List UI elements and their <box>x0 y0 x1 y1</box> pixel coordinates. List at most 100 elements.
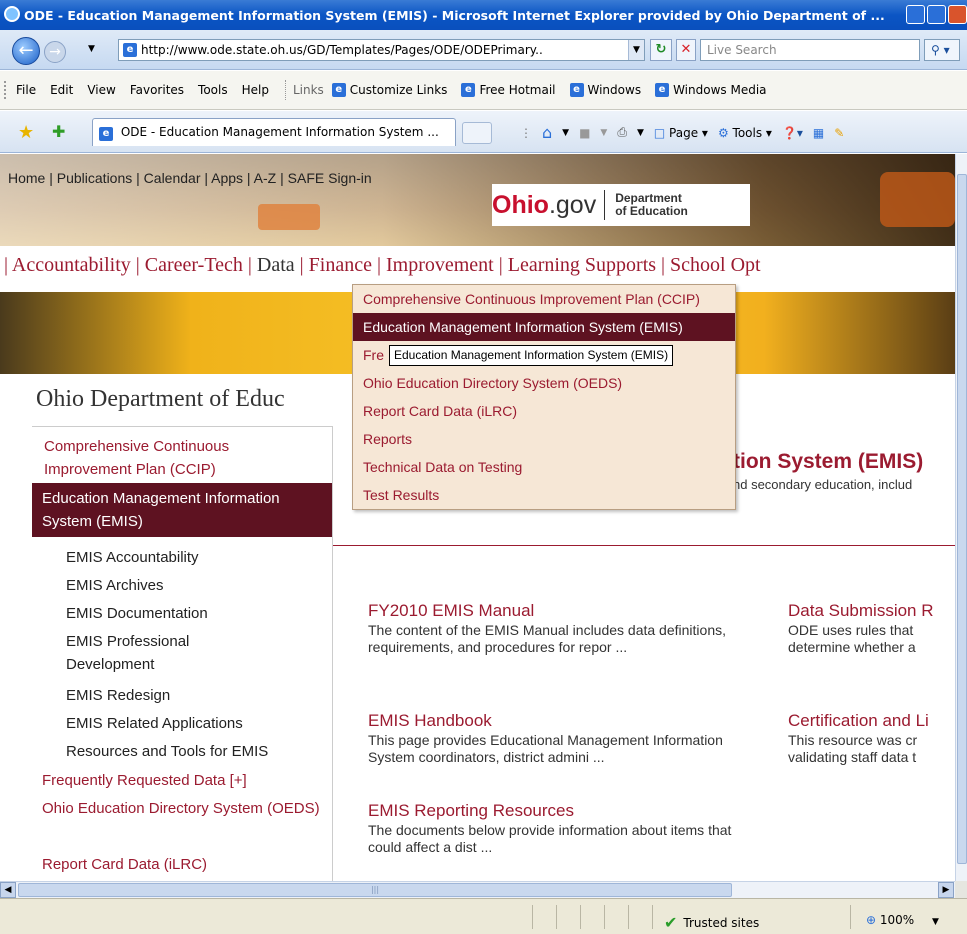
link-customize[interactable]: e Customize Links <box>331 83 447 97</box>
article-summary: ODE uses rules that determine whether a <box>788 622 916 655</box>
back-button[interactable]: ← <box>12 37 40 65</box>
menu-bar: File Edit View Favorites Tools Help Link… <box>0 71 967 110</box>
add-favorites-icon[interactable]: ✚ <box>52 122 65 141</box>
page-icon: e <box>123 43 137 57</box>
zoom-dropdown-icon[interactable]: ▼ <box>932 917 939 927</box>
toolbar-separator: ⋮ <box>520 125 532 140</box>
nav-items-right[interactable]: | Finance | Improvement | Learning Suppo… <box>295 254 761 276</box>
zoom-level[interactable]: ⊕ 100% ▼ <box>866 913 939 927</box>
sidebar-item-emis-professional-development[interactable]: EMIS Professional Development <box>66 630 266 676</box>
feeds-dropdown-icon[interactable]: ▼ <box>600 128 607 138</box>
article-title[interactable]: Certification and Li <box>788 710 955 732</box>
article-certification: Certification and Li This resource was c… <box>788 710 955 766</box>
column-divider <box>332 426 333 881</box>
nav-items-left[interactable]: | Accountability | Career-Tech | <box>4 254 257 276</box>
refresh-button[interactable]: ↻ <box>650 39 672 61</box>
article-summary: This page provides Educational Managemen… <box>368 732 723 765</box>
link-free-hotmail[interactable]: e Free Hotmail <box>461 83 556 97</box>
menu-tools[interactable]: Tools <box>198 83 228 97</box>
article-title[interactable]: Data Submission R <box>788 600 955 622</box>
minimize-button[interactable] <box>906 5 925 24</box>
forward-button[interactable]: → <box>44 41 66 63</box>
print-dropdown-icon[interactable]: ▼ <box>637 128 644 138</box>
dropdown-item-reports[interactable]: Reports <box>353 425 735 453</box>
research-icon[interactable]: ▦ <box>813 126 824 140</box>
dropdown-item-technical-data[interactable]: Technical Data on Testing <box>353 453 735 481</box>
zone-label: Trusted sites <box>683 915 760 930</box>
ohio-gov-logo[interactable]: Ohio.gov Department of Education <box>492 184 750 226</box>
nav-item-data[interactable]: Data <box>257 254 295 276</box>
article-title[interactable]: EMIS Reporting Resources <box>368 800 768 822</box>
gear-icon: ⚙ <box>717 125 729 140</box>
scroll-left-arrow[interactable]: ◀ <box>0 882 16 898</box>
sidebar-item-ilrc[interactable]: Report Card Data (iLRC) <box>42 853 207 876</box>
article-summary: The content of the EMIS Manual includes … <box>368 622 726 655</box>
home-dropdown-icon[interactable]: ▼ <box>562 128 569 138</box>
title-bar: ODE - Education Management Information S… <box>0 0 967 30</box>
sidebar-item-emis-redesign[interactable]: EMIS Redesign <box>66 684 170 707</box>
page-menu-button[interactable]: □ Page ▾ <box>654 126 708 140</box>
dropdown-item-oeds[interactable]: Ohio Education Directory System (OEDS) <box>353 369 735 397</box>
messenger-icon[interactable]: ✎ <box>834 126 844 140</box>
sidebar-item-emis-related-applications[interactable]: EMIS Related Applications <box>66 712 243 735</box>
dropdown-item-emis[interactable]: Education Management Information System … <box>353 313 735 341</box>
stop-button[interactable]: ✕ <box>676 39 696 61</box>
favorites-star-icon[interactable]: ★ <box>18 122 34 143</box>
search-input[interactable]: Live Search <box>700 39 920 61</box>
sidebar-item-emis[interactable]: Education Management Information System … <box>32 483 332 537</box>
banner-decoration <box>258 204 320 230</box>
article-fy2010-manual: FY2010 EMIS Manual The content of the EM… <box>368 600 758 656</box>
status-divider <box>604 905 605 929</box>
utility-links[interactable]: Home | Publications | Calendar | Apps | … <box>8 170 372 186</box>
menu-favorites[interactable]: Favorites <box>130 83 184 97</box>
page-icon: e <box>461 83 476 97</box>
recent-pages-dropdown[interactable]: ▼ <box>88 44 95 54</box>
article-title[interactable]: FY2010 EMIS Manual <box>368 600 758 622</box>
search-button[interactable]: ⚲ ▾ <box>924 39 960 61</box>
menu-view[interactable]: View <box>87 83 115 97</box>
page-icon: e <box>99 127 113 141</box>
horizontal-scrollbar[interactable]: ◀ ||| ▶ <box>0 881 955 898</box>
toolbar-separator <box>284 80 287 100</box>
sidebar-item-frequently-requested[interactable]: Frequently Requested Data [+] <box>42 769 247 792</box>
help-icon[interactable]: ❓▾ <box>782 126 803 140</box>
window-title: ODE - Education Management Information S… <box>24 7 885 23</box>
article-summary: This resource was cr validating staff da… <box>788 732 918 765</box>
menu-file[interactable]: File <box>16 83 36 97</box>
sidebar-item-emis-documentation[interactable]: EMIS Documentation <box>66 602 208 625</box>
scroll-right-arrow[interactable]: ▶ <box>938 882 954 898</box>
vertical-scroll-thumb[interactable] <box>957 174 967 864</box>
horizontal-scroll-thumb[interactable]: ||| <box>18 883 732 897</box>
tab-active[interactable]: e ODE - Education Management Information… <box>92 118 456 146</box>
vertical-scrollbar[interactable] <box>955 154 967 881</box>
sidebar-item-ccip[interactable]: Comprehensive Continuous Improvement Pla… <box>44 435 304 481</box>
new-tab-button[interactable] <box>462 122 492 144</box>
toolbar-grip[interactable] <box>4 81 10 99</box>
sidebar-item-oeds[interactable]: Ohio Education Directory System (OEDS) <box>42 797 322 820</box>
link-windows-media[interactable]: e Windows Media <box>655 83 767 97</box>
address-field[interactable]: e http://www.ode.state.oh.us/GD/Template… <box>118 39 645 61</box>
link-windows[interactable]: e Windows <box>569 83 641 97</box>
feeds-icon[interactable]: ■ <box>579 126 590 140</box>
browser-window: ODE - Education Management Information S… <box>0 0 967 934</box>
status-bar: ✔ Trusted sites ⊕ 100% ▼ <box>0 898 967 934</box>
menu-edit[interactable]: Edit <box>50 83 73 97</box>
sidebar-item-emis-accountability[interactable]: EMIS Accountability <box>66 546 199 569</box>
maximize-button[interactable] <box>927 5 946 24</box>
dropdown-item-ccip[interactable]: Comprehensive Continuous Improvement Pla… <box>353 285 735 313</box>
dropdown-item-ilrc[interactable]: Report Card Data (iLRC) <box>353 397 735 425</box>
data-dropdown-menu: Comprehensive Continuous Improvement Pla… <box>352 284 736 510</box>
section-divider <box>333 545 955 546</box>
close-button[interactable] <box>948 5 967 24</box>
status-divider <box>850 905 851 929</box>
article-title[interactable]: EMIS Handbook <box>368 710 768 732</box>
home-icon[interactable]: ⌂ <box>542 123 552 142</box>
print-icon[interactable]: ⎙ <box>617 125 627 140</box>
address-dropdown-button[interactable]: ▼ <box>628 40 644 60</box>
sidebar-item-resources-tools[interactable]: Resources and Tools for EMIS <box>66 740 268 763</box>
dropdown-item-test-results[interactable]: Test Results <box>353 481 735 509</box>
tools-menu-button[interactable]: ⚙ Tools ▾ <box>718 126 772 140</box>
sidebar-item-emis-archives[interactable]: EMIS Archives <box>66 574 164 597</box>
menu-help[interactable]: Help <box>242 83 269 97</box>
security-zone[interactable]: ✔ Trusted sites <box>664 913 759 932</box>
